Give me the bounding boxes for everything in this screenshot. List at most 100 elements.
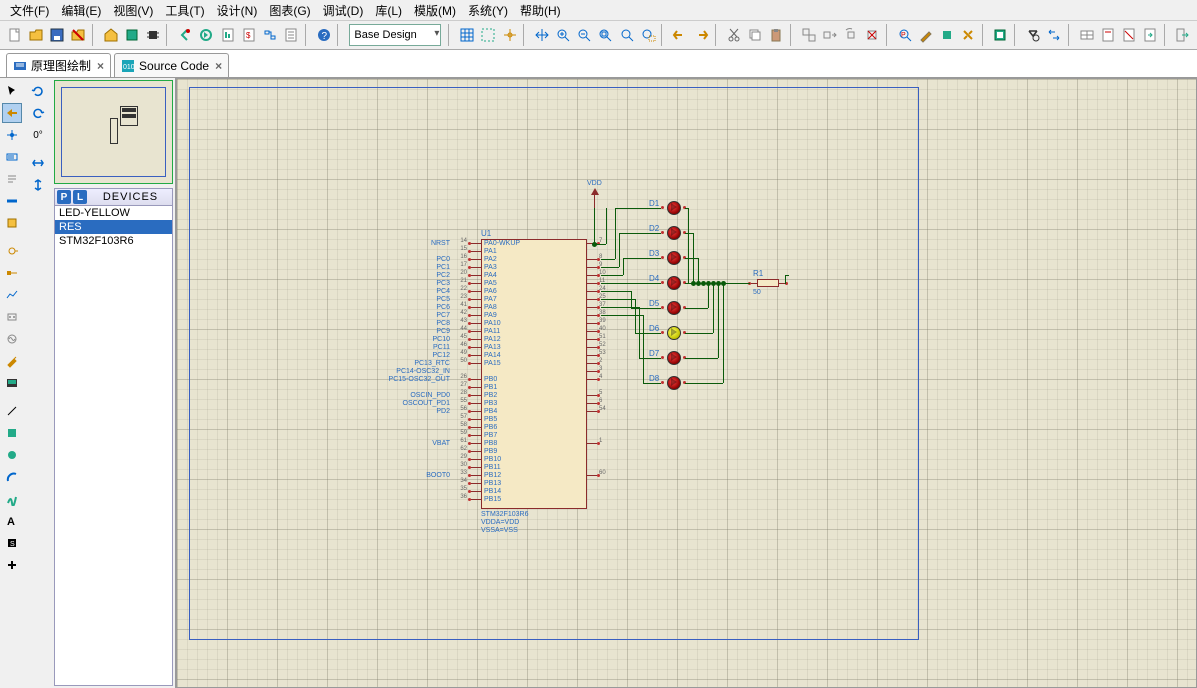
selection-mode-icon[interactable]: [2, 81, 22, 101]
wire[interactable]: [685, 258, 698, 259]
zoom-out-icon[interactable]: [575, 24, 594, 46]
menu-tools[interactable]: 工具(T): [159, 0, 210, 21]
rotation-angle[interactable]: 0°: [28, 125, 48, 145]
junction[interactable]: [721, 281, 726, 286]
menu-edit[interactable]: 编辑(E): [55, 0, 107, 21]
wire[interactable]: [601, 283, 627, 284]
wire[interactable]: [685, 233, 693, 234]
pin-stub[interactable]: [471, 411, 481, 412]
undo-icon[interactable]: [671, 24, 690, 46]
pin-stub[interactable]: [471, 251, 481, 252]
wire[interactable]: [601, 291, 631, 292]
wire[interactable]: [688, 208, 689, 283]
design-variant-combo[interactable]: [349, 24, 441, 46]
wire[interactable]: [594, 244, 606, 245]
pin-stub[interactable]: [587, 475, 597, 476]
wire[interactable]: [698, 258, 699, 283]
wire[interactable]: [615, 208, 616, 259]
pin-stub[interactable]: [587, 403, 597, 404]
pin-stub[interactable]: [471, 459, 481, 460]
pin-stub[interactable]: [471, 259, 481, 260]
wire[interactable]: [601, 275, 623, 276]
pin-stub[interactable]: [471, 379, 481, 380]
pin-stub[interactable]: [471, 427, 481, 428]
next-error-icon[interactable]: [197, 24, 216, 46]
close-tab-icon[interactable]: ×: [215, 59, 222, 73]
prev-error-icon[interactable]: [176, 24, 195, 46]
pin-stub[interactable]: [587, 363, 597, 364]
board-icon[interactable]: [122, 24, 141, 46]
pin-stub[interactable]: [471, 347, 481, 348]
wire[interactable]: [623, 258, 624, 275]
chip-icon[interactable]: [143, 24, 162, 46]
close-folder-icon[interactable]: [68, 24, 87, 46]
report-icon[interactable]: [218, 24, 237, 46]
pin-stub[interactable]: [587, 307, 597, 308]
pin-stub[interactable]: [587, 395, 597, 396]
exit-icon[interactable]: [1173, 24, 1192, 46]
snap-icon[interactable]: [479, 24, 498, 46]
wire[interactable]: [708, 283, 709, 308]
wire[interactable]: [601, 299, 635, 300]
zoom-in-icon[interactable]: [554, 24, 573, 46]
pin-stub[interactable]: [471, 451, 481, 452]
pin-stub[interactable]: [471, 355, 481, 356]
pin-stub[interactable]: [587, 259, 597, 260]
pin-mode-icon[interactable]: [2, 263, 22, 283]
pin-stub[interactable]: [471, 315, 481, 316]
rotate-ccw-icon[interactable]: [28, 103, 48, 123]
pin-stub[interactable]: [471, 339, 481, 340]
wire[interactable]: [594, 208, 595, 244]
devices-list[interactable]: LED-YELLOW RES STM32F103R6: [54, 206, 173, 686]
pin-stub[interactable]: [587, 299, 597, 300]
menu-template[interactable]: 模版(M): [408, 0, 462, 21]
cut-icon[interactable]: [724, 24, 743, 46]
menu-debug[interactable]: 调试(D): [317, 0, 370, 21]
wire[interactable]: [785, 275, 789, 276]
library-button[interactable]: L: [73, 190, 87, 204]
new-icon[interactable]: [5, 24, 24, 46]
paste-icon[interactable]: [767, 24, 786, 46]
flip-vertical-icon[interactable]: [28, 175, 48, 195]
pick-library-icon[interactable]: P: [895, 24, 914, 46]
probe-mode-icon[interactable]: [2, 351, 22, 371]
menu-design[interactable]: 设计(N): [211, 0, 264, 21]
graph-mode-icon[interactable]: [2, 285, 22, 305]
wire[interactable]: [619, 233, 661, 234]
bom-icon[interactable]: $: [239, 24, 258, 46]
pin-stub[interactable]: [587, 443, 597, 444]
component-mode-icon[interactable]: [2, 103, 22, 123]
wire[interactable]: [785, 275, 786, 284]
wire[interactable]: [601, 307, 639, 308]
menu-graph[interactable]: 图表(G): [263, 0, 316, 21]
replace-icon[interactable]: [1045, 24, 1064, 46]
junction-mode-icon[interactable]: [2, 125, 22, 145]
wire[interactable]: [643, 383, 661, 384]
pin-stub[interactable]: [471, 419, 481, 420]
pin-stub[interactable]: [587, 267, 597, 268]
wire[interactable]: [623, 258, 661, 259]
pin-stub[interactable]: [587, 315, 597, 316]
pin-stub[interactable]: [471, 395, 481, 396]
pin-stub[interactable]: [587, 355, 597, 356]
line-2d-icon[interactable]: [2, 401, 22, 421]
pick-device-button[interactable]: P: [57, 190, 71, 204]
help-icon[interactable]: ?: [314, 24, 333, 46]
property-icon[interactable]: [991, 24, 1010, 46]
wire[interactable]: [713, 283, 714, 333]
wire[interactable]: [685, 333, 713, 334]
wire[interactable]: [606, 208, 607, 244]
pin-stub[interactable]: [471, 307, 481, 308]
pin-stub[interactable]: [471, 267, 481, 268]
copy-icon[interactable]: [745, 24, 764, 46]
pin-stub[interactable]: [587, 331, 597, 332]
pin-stub[interactable]: [471, 443, 481, 444]
wire[interactable]: [723, 283, 724, 383]
netlist-icon[interactable]: [260, 24, 279, 46]
wire[interactable]: [615, 208, 661, 209]
delete-sheet-icon[interactable]: [1119, 24, 1138, 46]
wire[interactable]: [601, 267, 619, 268]
symbol-2d-icon[interactable]: S: [2, 533, 22, 553]
generator-mode-icon[interactable]: [2, 329, 22, 349]
pin-stub[interactable]: [471, 499, 481, 500]
